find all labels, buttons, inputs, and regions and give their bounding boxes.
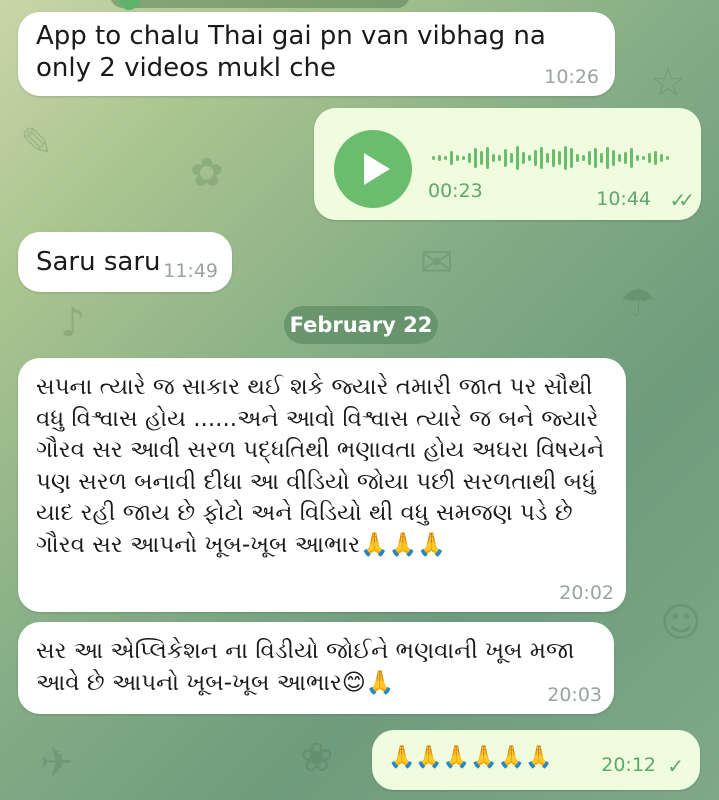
voice-duration: 00:23 <box>428 180 483 202</box>
message-bubble-outgoing[interactable]: 🙏🙏🙏🙏🙏🙏 20:12 ✓ <box>372 730 700 790</box>
avatar[interactable] <box>118 0 140 10</box>
message-time: 11:49 <box>163 260 218 282</box>
message-time: 10:44 <box>596 188 651 210</box>
voice-waveform[interactable] <box>432 142 669 174</box>
doodle-icon: ☂ <box>620 280 656 326</box>
read-receipt-icon: ✓✓ <box>669 188 694 212</box>
message-time: 10:26 <box>544 66 599 88</box>
message-bubble-incoming[interactable]: સર આ એપ્લિકેશન ના વિડીયો જોઈને ભણવાની ખૂ… <box>18 622 614 714</box>
message-text: App to chalu Thai gai pn van vibhag na o… <box>36 21 546 83</box>
message-time: 20:12 <box>601 754 656 776</box>
header-pill <box>110 0 410 8</box>
message-text: સર આ એપ્લિકેશન ના વિડીયો જોઈને ભણવાની ખૂ… <box>36 638 575 696</box>
message-text: સપના ત્યારે જ સાકાર થઈ શકે જ્યારે તમારી … <box>36 374 605 558</box>
message-bubble-incoming[interactable]: App to chalu Thai gai pn van vibhag na o… <box>18 12 615 96</box>
message-text: Saru saru <box>36 247 161 277</box>
play-button[interactable] <box>334 130 412 208</box>
doodle-icon: ❀ <box>300 735 334 781</box>
doodle-icon: ☺ <box>660 600 702 646</box>
doodle-icon: ✈ <box>40 740 74 786</box>
doodle-icon: ✉ <box>420 240 454 286</box>
message-time: 20:02 <box>559 582 614 604</box>
date-separator: February 22 <box>284 306 438 344</box>
message-bubble-incoming[interactable]: સપના ત્યારે જ સાકાર થઈ શકે જ્યારે તમારી … <box>18 358 626 612</box>
doodle-icon: ✎ <box>20 120 54 166</box>
message-bubble-incoming[interactable]: Saru saru 11:49 <box>18 232 232 292</box>
sent-check-icon: ✓ <box>667 754 684 778</box>
doodle-icon: ✿ <box>190 150 224 196</box>
message-time: 20:03 <box>547 684 602 706</box>
top-bar <box>0 0 719 10</box>
voice-message-bubble[interactable]: 00:23 10:44 ✓✓ <box>314 108 701 220</box>
message-text: 🙏🙏🙏🙏🙏🙏 <box>388 745 553 770</box>
doodle-icon: ☆ <box>650 60 686 106</box>
doodle-icon: ♪ <box>60 300 86 346</box>
